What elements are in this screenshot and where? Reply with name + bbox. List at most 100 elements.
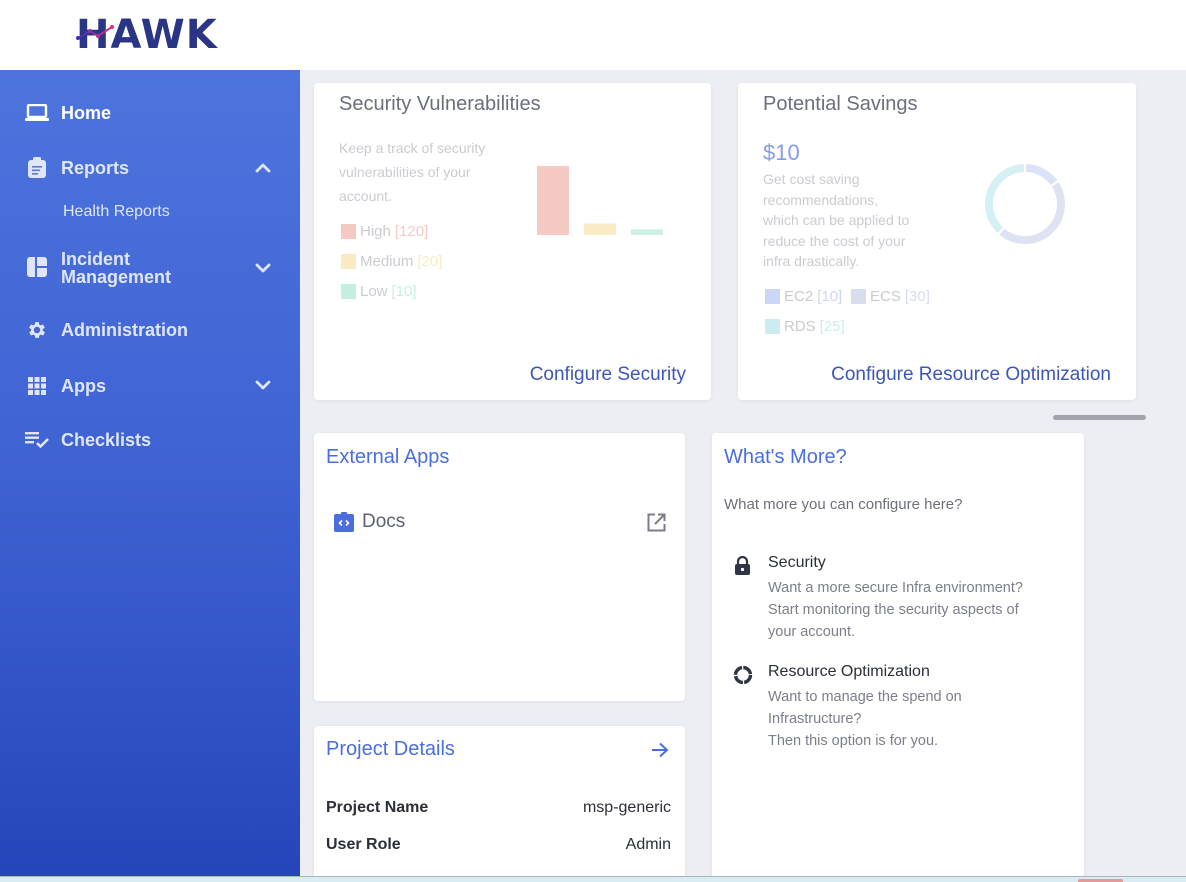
main-content: Security Vulnerabilities Keep a track of…	[300, 70, 1186, 876]
legend-item-medium: Medium [20]	[341, 253, 442, 270]
legend-count: [120]	[394, 223, 429, 240]
sidebar-item-label: Home	[61, 103, 112, 123]
card-title: Potential Savings	[763, 93, 918, 115]
card-description: Get cost saving recommendations, which c…	[763, 169, 963, 272]
chevron-down-icon[interactable]	[254, 259, 272, 277]
security-vulnerabilities-card: Security Vulnerabilities Keep a track of…	[314, 83, 711, 400]
configure-security-link[interactable]: Configure Security	[530, 364, 686, 386]
card-title: External Apps	[326, 446, 450, 468]
desc-line: Start monitoring the security aspects of	[768, 602, 1019, 618]
desc-line: Want a more secure Infra environment?	[768, 580, 1023, 596]
desc-line: Infrastructure?	[768, 711, 862, 727]
sidebar: Home Reports Health Reports Incident Man…	[0, 70, 300, 876]
chevron-up-icon[interactable]	[254, 159, 272, 177]
legend-label: High	[360, 223, 391, 240]
loading-ring-icon	[733, 665, 753, 690]
legend-swatch	[765, 289, 780, 304]
project-name-label: Project Name	[326, 799, 429, 816]
description-line: recommendations,	[763, 191, 879, 208]
potential-savings-card: Potential Savings $10 Get cost saving re…	[738, 83, 1136, 400]
legend-count: [20]	[417, 253, 443, 270]
legend-swatch	[341, 224, 356, 239]
card-description: Keep a track of security vulnerabilities…	[339, 136, 529, 208]
lock-icon	[734, 555, 751, 581]
savings-donut-chart	[985, 164, 1065, 244]
description-line: Keep a track of security	[339, 140, 486, 156]
legend-count: [10]	[817, 288, 843, 305]
donut-slice-rds[interactable]	[985, 164, 1025, 234]
legend-label: RDS	[784, 318, 816, 335]
hawk-logo[interactable]: HAWK	[76, 13, 218, 57]
sidebar-subitem-health-reports[interactable]: Health Reports	[63, 203, 170, 221]
laptop-icon	[24, 102, 50, 124]
legend-count: [10]	[391, 283, 417, 300]
legend-swatch	[765, 319, 780, 334]
bar-low[interactable]	[631, 229, 663, 235]
user-role-label: User Role	[326, 836, 401, 853]
top-bar: HAWK	[0, 0, 1186, 70]
project-name-value: msp-generic	[582, 799, 671, 816]
whats-more-item-title[interactable]: Security	[768, 554, 826, 572]
card-title: Security Vulnerabilities	[339, 93, 541, 115]
open-external-icon[interactable]	[647, 513, 666, 532]
sidebar-item-label: Incident Management	[61, 250, 171, 286]
desc-line: Want to manage the spend on	[768, 689, 962, 705]
arrow-right-icon[interactable]	[651, 742, 669, 763]
logo-trend-icon	[76, 25, 114, 40]
legend-label: Medium	[360, 253, 414, 270]
external-app-label: Docs	[362, 511, 406, 532]
sidebar-item-incident-management[interactable]: Incident Management	[24, 250, 171, 286]
chevron-down-icon[interactable]	[254, 376, 272, 394]
sidebar-item-label: Apps	[61, 376, 106, 396]
description-line: vulnerabilities of your	[339, 164, 471, 180]
configure-resource-optimization-link[interactable]: Configure Resource Optimization	[831, 364, 1111, 386]
legend-label: EC2	[784, 288, 814, 305]
sidebar-item-apps[interactable]: Apps	[24, 375, 106, 397]
donut-slice-ecs[interactable]	[999, 182, 1065, 244]
bar-high[interactable]	[537, 166, 569, 235]
legend-count: [25]	[819, 318, 845, 335]
legend-item-ec2: EC2 [10]	[765, 288, 842, 305]
description-line: reduce the cost of your	[763, 232, 906, 249]
sidebar-item-label: Reports	[61, 158, 130, 178]
vulnerability-bar-chart	[537, 166, 663, 236]
legend-count: [30]	[904, 288, 930, 305]
legend-swatch	[851, 289, 866, 304]
whats-more-item-desc: Want to manage the spend on Infrastructu…	[768, 686, 1068, 752]
external-apps-card: External Apps Docs	[314, 433, 685, 701]
donut-slice-ec2[interactable]	[1025, 164, 1058, 186]
legend-label: Low	[360, 283, 388, 300]
external-app-item-docs[interactable]: Docs	[334, 511, 666, 533]
whats-more-card: What's More? What more you can configure…	[712, 433, 1084, 876]
savings-amount: $10	[763, 140, 800, 165]
checklist-icon	[24, 429, 50, 451]
whats-more-subtitle: What more you can configure here?	[724, 496, 963, 513]
sidebar-item-checklists[interactable]: Checklists	[24, 429, 151, 451]
legend-swatch	[341, 284, 356, 299]
clipboard-icon	[24, 157, 50, 179]
description-line: Get cost saving	[763, 171, 860, 187]
sidebar-item-label: Checklists	[61, 430, 152, 450]
horizontal-scrollbar-thumb[interactable]	[1053, 415, 1146, 420]
sidebar-item-reports[interactable]: Reports	[24, 157, 129, 179]
gear-icon	[24, 319, 50, 341]
legend-item-ecs: ECS [30]	[851, 288, 930, 305]
sidebar-item-administration[interactable]: Administration	[24, 319, 188, 341]
desc-line: Then this option is for you.	[768, 733, 939, 749]
whats-more-item-desc: Want a more secure Infra environment? St…	[768, 577, 1068, 643]
sidebar-item-home[interactable]: Home	[24, 102, 111, 124]
card-title: What's More?	[724, 446, 847, 468]
label-line-2: Management	[61, 267, 172, 287]
bar-medium[interactable]	[584, 223, 616, 236]
dashboard-icon	[24, 256, 50, 278]
card-title: Project Details	[326, 738, 455, 760]
description-line: account.	[339, 188, 392, 204]
user-role-value: Admin	[625, 836, 671, 853]
legend-swatch	[341, 254, 356, 269]
label-line-1: Incident	[61, 249, 131, 269]
whats-more-item-title[interactable]: Resource Optimization	[768, 663, 930, 681]
description-line: infra drastically.	[763, 253, 860, 269]
legend-item-rds: RDS [25]	[765, 318, 845, 335]
desc-line: your account.	[768, 624, 856, 640]
project-details-card: Project Details Project Name msp-generic…	[314, 726, 685, 876]
